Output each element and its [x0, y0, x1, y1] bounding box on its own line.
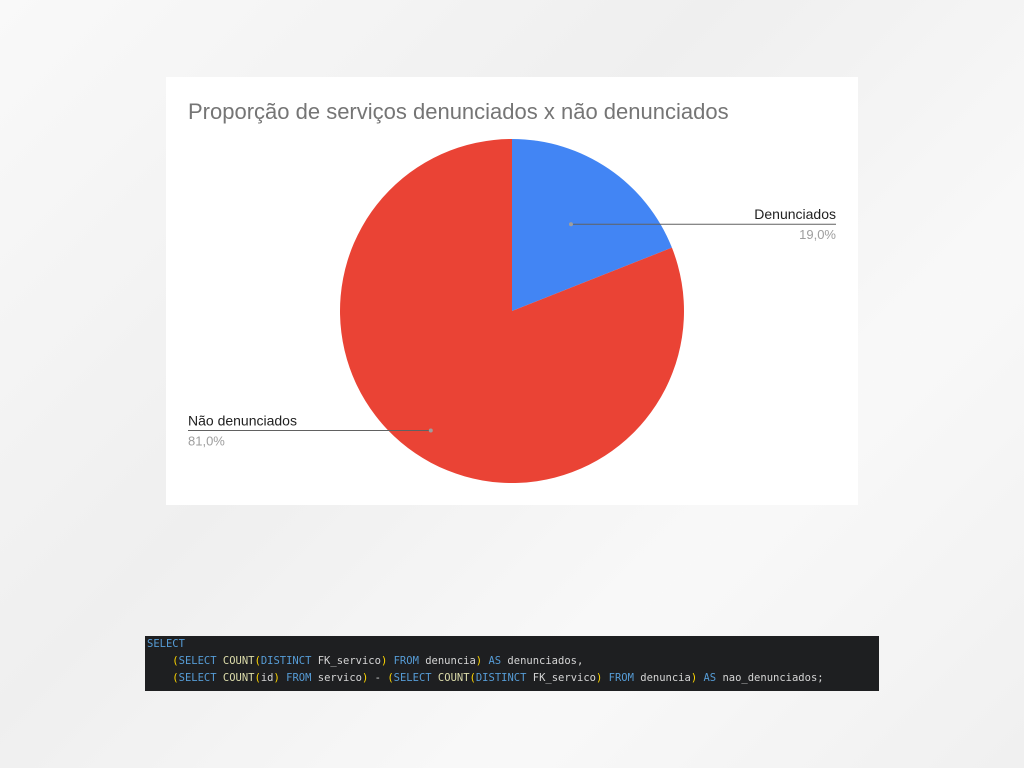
code-token: DISTINCT [260, 655, 318, 667]
code-token: FROM [393, 655, 426, 667]
code-token: SELECT [147, 638, 185, 650]
slice-label: Não denunciados [188, 412, 297, 428]
code-token: servico [317, 672, 363, 684]
sql-code-panel: SELECT (SELECT COUNT(DISTINCT FK_servico… [145, 636, 879, 691]
code-token: denunciados, [507, 655, 584, 667]
code-token: DISTINCT [475, 672, 533, 684]
code-token: ) [475, 655, 489, 667]
code-line-3: (SELECT COUNT(id) FROM servico) - (SELEC… [147, 670, 879, 687]
code-token: ) [362, 672, 375, 684]
code-line-2: (SELECT COUNT(DISTINCT FK_servico) FROM … [147, 653, 879, 670]
slice-value-label: 19,0% [799, 227, 836, 242]
code-token: nao_denunciados; [722, 672, 824, 684]
code-token: ) [690, 672, 704, 684]
code-token: ) [380, 655, 394, 667]
code-token: FK_servico [532, 672, 596, 684]
code-token: ) [595, 672, 609, 684]
code-token: FROM [286, 672, 318, 684]
code-token: SELECT [178, 655, 223, 667]
code-token: SELECT [393, 672, 438, 684]
leader-dot [428, 428, 433, 433]
code-token: id [260, 672, 274, 684]
code-token: COUNT [437, 672, 470, 684]
chart-card: Proporção de serviços denunciados x não … [166, 77, 858, 505]
code-token: FROM [608, 672, 641, 684]
slice-label: Denunciados [754, 206, 836, 222]
leader-dot [568, 222, 573, 227]
code-token: COUNT [222, 672, 255, 684]
code-token: FK_servico [317, 655, 381, 667]
code-token: AS [703, 672, 723, 684]
pie-chart: Denunciados 19,0% Não denunciados 81,0% [188, 139, 836, 483]
slice-value-label: 81,0% [188, 433, 225, 448]
code-token: SELECT [178, 672, 223, 684]
code-line-1: SELECT [147, 636, 879, 653]
code-token: denuncia [640, 672, 691, 684]
code-token: ) [273, 672, 287, 684]
code-token: denuncia [425, 655, 476, 667]
code-token: AS [488, 655, 508, 667]
code-token: - [374, 672, 388, 684]
code-token: COUNT [222, 655, 255, 667]
